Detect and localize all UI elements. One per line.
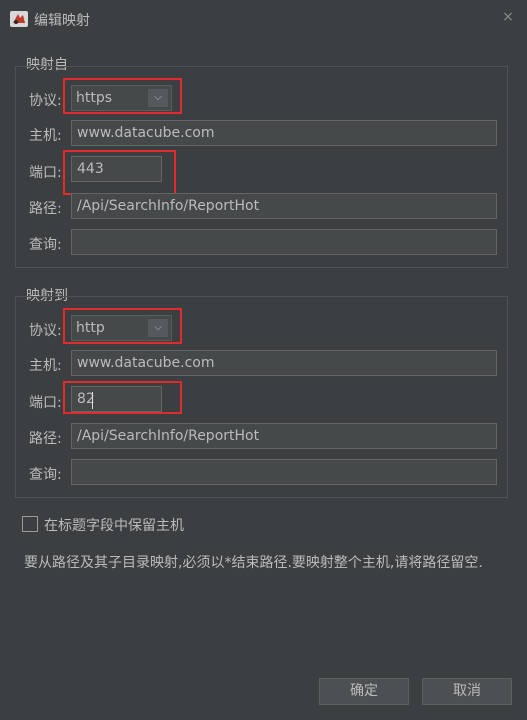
highlight-box bbox=[63, 308, 182, 344]
to-host-input[interactable] bbox=[71, 350, 497, 376]
close-icon[interactable]: × bbox=[501, 8, 515, 26]
from-protocol-label: 协议: bbox=[29, 93, 62, 109]
title-bar: 编辑映射 × bbox=[0, 0, 527, 38]
highlight-box bbox=[63, 150, 176, 195]
help-note: 要从路径及其子目录映射,必须以*结束路径.要映射整个主机,请将路径留空. bbox=[24, 555, 483, 571]
to-query-input[interactable] bbox=[71, 459, 497, 485]
to-protocol-label: 协议: bbox=[29, 323, 62, 339]
to-host-label: 主机: bbox=[29, 358, 62, 374]
to-port-label: 端口: bbox=[29, 395, 62, 411]
highlight-box bbox=[63, 78, 182, 114]
window-title: 编辑映射 bbox=[34, 13, 90, 29]
preserve-host-label[interactable]: 在标题字段中保留主机 bbox=[44, 515, 184, 535]
preserve-host-checkbox[interactable] bbox=[22, 516, 38, 532]
ok-button[interactable]: 确定 bbox=[319, 678, 409, 705]
from-host-input[interactable] bbox=[71, 120, 497, 146]
to-path-label: 路径: bbox=[29, 431, 62, 447]
from-port-label: 端口: bbox=[29, 165, 62, 181]
to-query-label: 查询: bbox=[29, 467, 62, 483]
from-path-input[interactable] bbox=[71, 193, 497, 219]
from-query-input[interactable] bbox=[71, 229, 497, 255]
cancel-button[interactable]: 取消 bbox=[422, 678, 512, 705]
app-icon bbox=[10, 11, 28, 27]
from-query-label: 查询: bbox=[29, 237, 62, 253]
highlight-box bbox=[63, 381, 182, 414]
to-path-input[interactable] bbox=[71, 423, 497, 449]
from-host-label: 主机: bbox=[29, 128, 62, 144]
from-path-label: 路径: bbox=[29, 201, 62, 217]
